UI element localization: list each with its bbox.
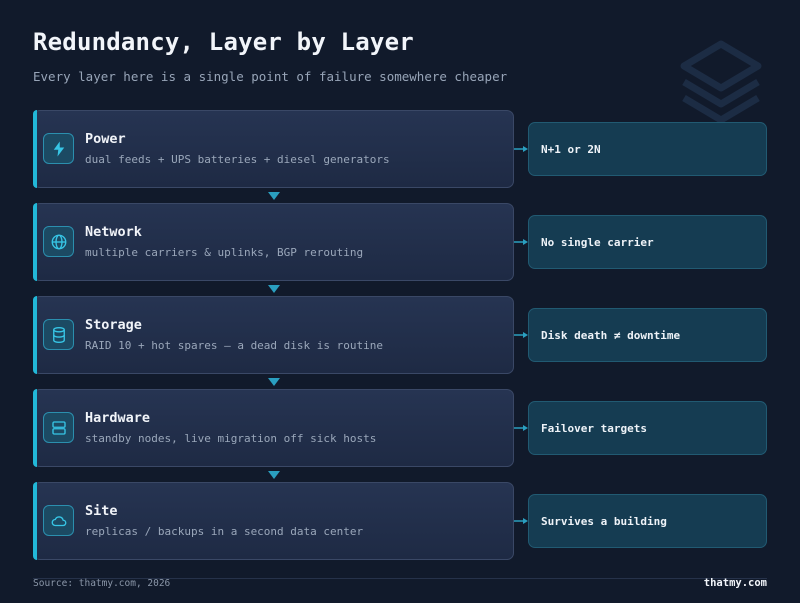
down-arrow-icon — [268, 285, 280, 293]
layer-name: Storage — [85, 317, 142, 333]
outcome-card-storage: Disk death ≠ downtime — [528, 308, 767, 362]
brand-label: thatmy.com — [703, 577, 767, 589]
outcome-card-network: No single carrier — [528, 215, 767, 269]
globe-icon — [43, 226, 74, 257]
layer-description: standby nodes, live migration off sick h… — [85, 432, 377, 445]
outcome-card-site: Survives a building — [528, 494, 767, 548]
layer-card-network: Network multiple carriers & uplinks, BGP… — [33, 203, 514, 281]
layer-description: replicas / backups in a second data cent… — [85, 525, 364, 538]
layer-name: Hardware — [85, 410, 151, 426]
source-note: Source: thatmy.com, 2026 — [33, 578, 171, 589]
layer-accent-bar — [33, 389, 37, 467]
layer-description: multiple carriers & uplinks, BGP rerouti… — [85, 246, 364, 259]
layer-name: Network — [85, 224, 142, 240]
outcome-card-power: N+1 or 2N — [528, 122, 767, 176]
page-title: Redundancy, Layer by Layer — [33, 28, 414, 56]
layer-name: Power — [85, 131, 126, 147]
connector-arrow-icon — [514, 425, 528, 431]
connector-arrow-icon — [514, 518, 528, 524]
layer-accent-bar — [33, 203, 37, 281]
database-icon — [43, 319, 74, 350]
layer-name: Site — [85, 503, 118, 519]
layer-card-site: Site replicas / backups in a second data… — [33, 482, 514, 560]
stack-layers-icon — [680, 40, 762, 124]
connector-arrow-icon — [514, 146, 528, 152]
connector-arrow-icon — [514, 332, 528, 338]
layer-accent-bar — [33, 110, 37, 188]
lightning-icon — [43, 133, 74, 164]
layer-accent-bar — [33, 482, 37, 560]
layer-card-hardware: Hardware standby nodes, live migration o… — [33, 389, 514, 467]
down-arrow-icon — [268, 378, 280, 386]
layer-description: RAID 10 + hot spares — a dead disk is ro… — [85, 339, 384, 352]
layer-accent-bar — [33, 296, 37, 374]
layer-description: dual feeds + UPS batteries + diesel gene… — [85, 153, 390, 166]
down-arrow-icon — [268, 471, 280, 479]
layer-card-storage: Storage RAID 10 + hot spares — a dead di… — [33, 296, 514, 374]
page-subtitle: Every layer here is a single point of fa… — [33, 69, 508, 84]
outcome-card-hardware: Failover targets — [528, 401, 767, 455]
cloud-icon — [43, 505, 74, 536]
down-arrow-icon — [268, 192, 280, 200]
server-icon — [43, 412, 74, 443]
connector-arrow-icon — [514, 239, 528, 245]
layer-card-power: Power dual feeds + UPS batteries + diese… — [33, 110, 514, 188]
